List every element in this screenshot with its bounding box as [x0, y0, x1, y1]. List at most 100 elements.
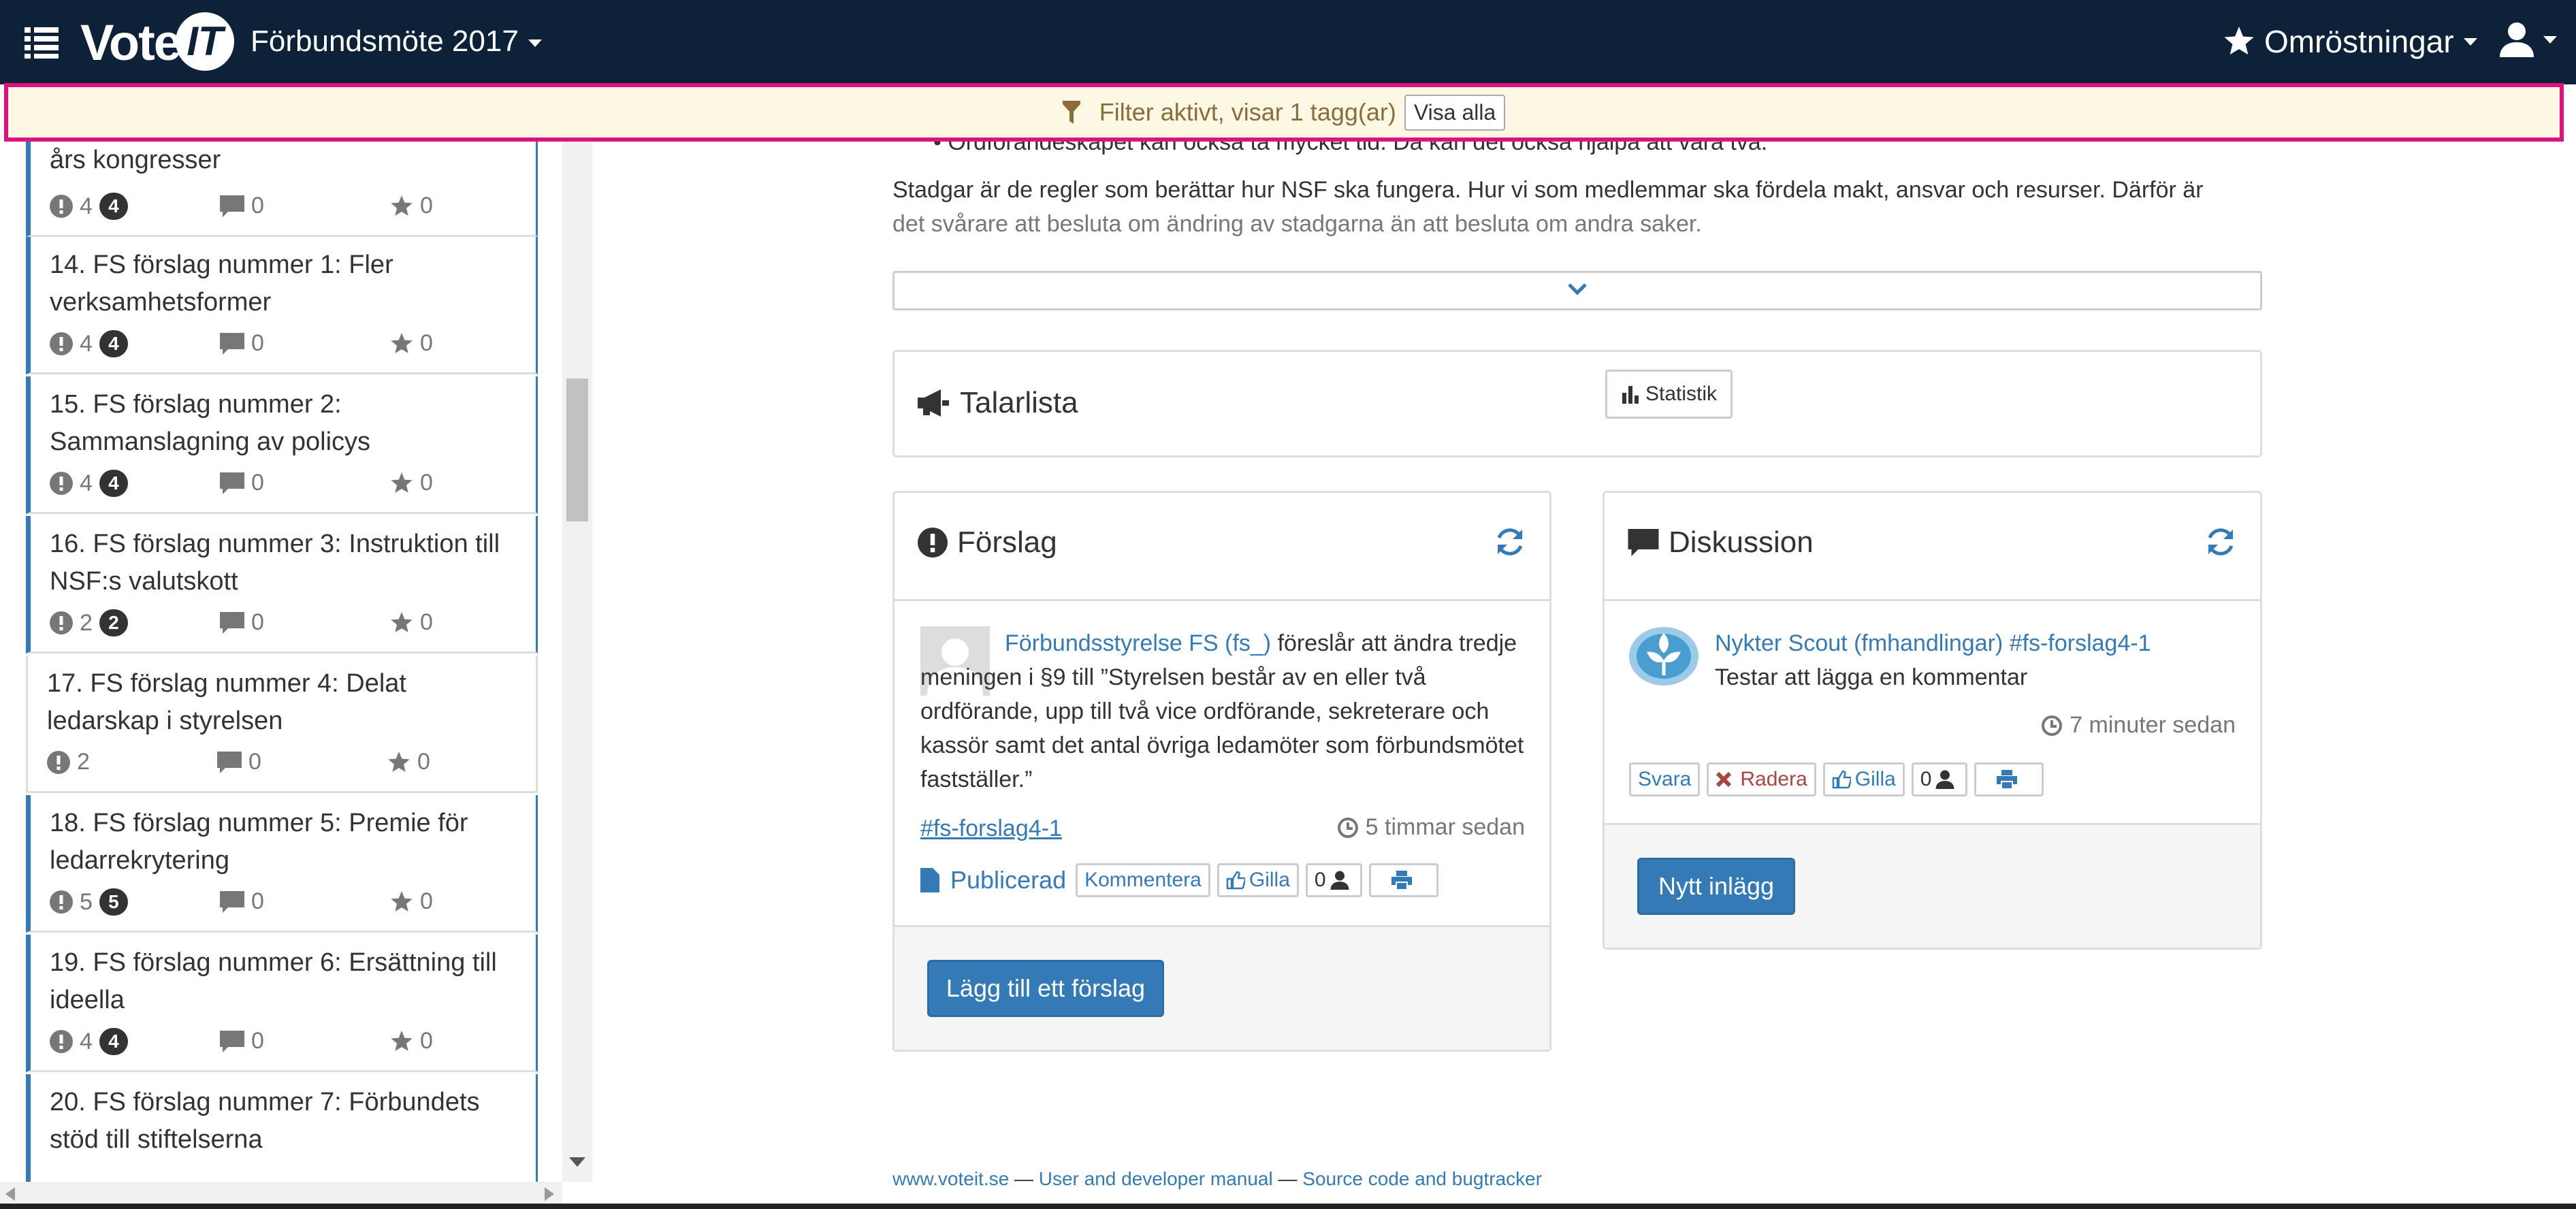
agenda-item[interactable]: 18. FS förslag nummer 5: Premie för leda…: [26, 795, 538, 933]
agenda-description: • Ordförandeskapet kan också ta mycket t…: [892, 129, 2268, 241]
discussion-author-link[interactable]: Nykter Scout (fmhandlingar) #fs-forslag4…: [1715, 626, 2246, 660]
agenda-item[interactable]: 14. FS förslag nummer 1: Fler verksamhet…: [26, 237, 538, 374]
agenda-sidebar: års kongresser 44 0 0 14. FS förslag num…: [26, 142, 538, 1182]
scout-avatar: [1629, 626, 1698, 686]
user-icon: [1330, 871, 1349, 890]
discussion-panel: Diskussion Nykter Scout (fmhandlingar) #…: [1603, 491, 2262, 950]
proposal-icon: [918, 528, 948, 558]
proposal-tag-link[interactable]: #fs-forslag4-1: [920, 811, 1062, 845]
comment-icon: [220, 611, 244, 634]
horizontal-scrollbar[interactable]: [0, 1182, 562, 1205]
like-button[interactable]: Gilla: [1822, 762, 1905, 796]
user-menu[interactable]: [2500, 22, 2557, 57]
proposal-author-link[interactable]: Förbundsstyrelse FS (fs_): [1005, 630, 1271, 656]
window-bottom-edge: [0, 1204, 2576, 1209]
agenda-item[interactable]: 19. FS förslag nummer 6: Ersättning till…: [26, 935, 538, 1072]
user-icon: [1936, 770, 1954, 789]
proposals-panel: Förslag Förbundsstyrelse FS (fs_) föresl…: [892, 491, 1551, 1052]
agenda-item-title: års kongresser: [50, 146, 221, 174]
proposal-icon: [50, 195, 73, 218]
agenda-item-counts: 4400: [50, 470, 526, 497]
proposal-text: Förbundsstyrelse FS (fs_) föreslår att ä…: [920, 630, 1524, 792]
show-all-button[interactable]: Visa alla: [1404, 94, 1506, 131]
separator: —: [1272, 1168, 1303, 1189]
statistics-button[interactable]: Statistik: [1605, 370, 1733, 419]
print-icon: [1391, 871, 1412, 890]
refresh-icon[interactable]: [2204, 526, 2237, 558]
like-count-button[interactable]: 0: [1305, 863, 1362, 897]
star-icon: [391, 472, 413, 493]
comment-button[interactable]: Kommentera: [1076, 863, 1210, 897]
comment-icon: [220, 1030, 244, 1052]
agenda-item-counts: 4400: [50, 1028, 526, 1055]
star-icon: [388, 751, 410, 772]
source-code-link[interactable]: Source code and bugtracker: [1302, 1168, 1542, 1189]
discussion-text: Testar att lägga en kommentar: [1715, 664, 2028, 690]
agenda-item[interactable]: 20. FS förslag nummer 7: Förbundets stöd…: [26, 1074, 538, 1182]
expand-description-bar[interactable]: [892, 271, 2262, 310]
print-button[interactable]: [1974, 762, 2044, 796]
voteit-logo[interactable]: Vote IT: [80, 12, 234, 71]
speakers-title: Talarlista: [918, 386, 1078, 420]
star-icon: [391, 332, 413, 353]
scroll-right-arrow-icon[interactable]: [545, 1187, 554, 1201]
thumbs-up-icon: [1226, 871, 1245, 890]
print-button[interactable]: [1368, 863, 1438, 897]
unread-badge: 5: [99, 888, 128, 916]
meeting-menu[interactable]: Förbundsmöte 2017: [251, 25, 542, 59]
star-icon: [391, 890, 413, 912]
agenda-item[interactable]: 16. FS förslag nummer 3: Instruktion til…: [26, 516, 538, 654]
proposal-timestamp: 5 timmar sedan: [1337, 814, 1525, 841]
agenda-item-counts: 2200: [50, 609, 526, 636]
new-post-button[interactable]: Nytt inlägg: [1637, 858, 1795, 915]
agenda-item-counts: 5500: [50, 888, 526, 916]
comment-icon: [1628, 529, 1659, 556]
agenda-item[interactable]: års kongresser 44 0 0: [26, 142, 538, 237]
delete-button[interactable]: Radera: [1707, 762, 1816, 796]
bar-chart-icon: [1622, 386, 1639, 404]
agenda-item-title: 15. FS förslag nummer 2: Sammanslagning …: [50, 390, 371, 456]
manual-link[interactable]: User and developer manual: [1039, 1168, 1273, 1189]
agenda-item-title: 16. FS förslag nummer 3: Instruktion til…: [50, 530, 500, 596]
logo-it-text: IT: [176, 12, 234, 71]
like-button[interactable]: Gilla: [1217, 863, 1299, 897]
footer-links: www.voteit.se — User and developer manua…: [892, 1168, 1542, 1190]
agenda-item-title: 17. FS förslag nummer 4: Delat ledarskap…: [47, 669, 406, 735]
chevron-down-icon: [528, 39, 542, 47]
print-icon: [1997, 770, 2018, 789]
add-proposal-button[interactable]: Lägg till ett förslag: [927, 960, 1164, 1017]
agenda-item[interactable]: 15. FS förslag nummer 2: Sammanslagning …: [26, 376, 538, 514]
document-icon: [920, 868, 939, 892]
star-icon: [391, 1030, 413, 1051]
star-icon: [391, 611, 413, 632]
discussion-heading: Diskussion: [1605, 493, 2260, 601]
agenda-item-title: 19. FS förslag nummer 6: Ersättning till…: [50, 948, 497, 1014]
reply-button[interactable]: Svara: [1629, 762, 1701, 796]
like-count-button[interactable]: 0: [1911, 762, 1968, 796]
chevron-down-icon: [1568, 283, 1587, 295]
agenda-item-title: 20. FS förslag nummer 7: Förbundets stöd…: [50, 1088, 480, 1154]
logo-vote-text: Vote: [80, 14, 182, 71]
scroll-down-arrow-icon[interactable]: [569, 1157, 585, 1168]
scroll-left-arrow-icon[interactable]: [5, 1187, 15, 1201]
published-status[interactable]: Publicerad: [920, 866, 1066, 894]
vertical-scrollbar[interactable]: [562, 142, 592, 1182]
agenda-item-counts: 200: [47, 749, 524, 776]
voteit-site-link[interactable]: www.voteit.se: [892, 1168, 1009, 1189]
agenda-item-title: 14. FS förslag nummer 1: Fler verksamhet…: [50, 251, 393, 317]
proposals-heading: Förslag: [895, 493, 1549, 601]
intro-paragraph: Stadgar är de regler som berättar hur NS…: [892, 177, 2204, 203]
star-icon: [2224, 27, 2254, 55]
scrollbar-thumb[interactable]: [566, 378, 588, 521]
agenda-menu-icon[interactable]: [25, 26, 59, 59]
agenda-item[interactable]: 17. FS förslag nummer 4: Delat ledarskap…: [26, 656, 538, 793]
unread-badge: 4: [99, 470, 128, 497]
comment-icon: [220, 472, 244, 494]
close-icon: [1716, 771, 1732, 788]
star-icon: [391, 195, 413, 216]
agenda-item-counts: 44 0 0: [50, 193, 526, 220]
filter-notice: Filter aktivt, visar 1 tagg(ar) Visa all…: [4, 83, 2564, 142]
refresh-icon[interactable]: [1494, 526, 1526, 558]
unread-badge: 4: [99, 330, 128, 357]
polls-menu[interactable]: Omröstningar: [2223, 23, 2477, 60]
